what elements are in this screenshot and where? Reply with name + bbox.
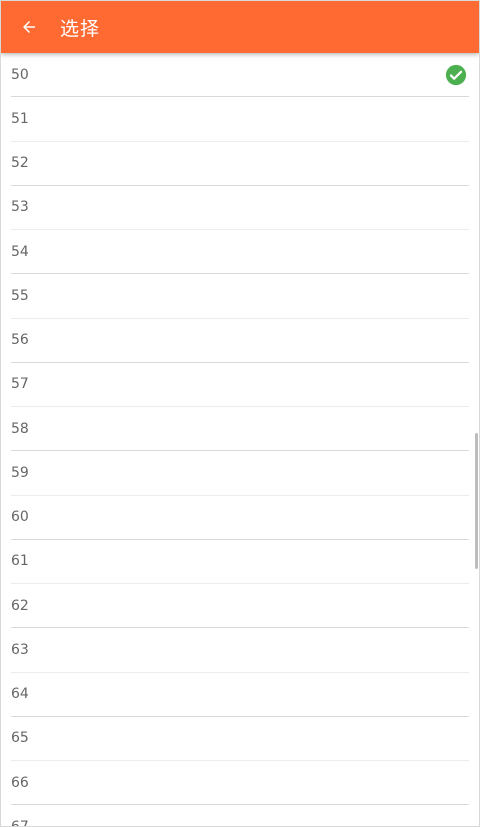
- back-button[interactable]: [17, 15, 41, 39]
- list-item-label: 66: [11, 774, 29, 791]
- list-item-label: 54: [11, 243, 29, 260]
- list-item[interactable]: 51: [11, 97, 469, 142]
- check-circle-icon: [445, 64, 467, 86]
- list-item-label: 62: [11, 597, 29, 614]
- list-item-label: 67: [11, 818, 29, 827]
- list-item-label: 55: [11, 287, 29, 304]
- scrollbar[interactable]: [475, 433, 478, 569]
- list-item[interactable]: 53: [11, 186, 469, 230]
- list-item-label: 65: [11, 730, 29, 747]
- list-item[interactable]: 56: [11, 319, 469, 363]
- list-item-label: 56: [11, 332, 29, 349]
- list-item[interactable]: 61: [11, 540, 469, 584]
- number-list[interactable]: 50 51 52 53 54 55 56 57 58 59 60 61 62 63 64 65 66 67: [1, 53, 479, 826]
- list-item-label: 52: [11, 155, 29, 172]
- list-item[interactable]: 59: [11, 451, 469, 496]
- page-title: 选择: [60, 17, 101, 40]
- list-item[interactable]: 57: [11, 363, 469, 407]
- list-item[interactable]: 55: [11, 274, 469, 319]
- list-item[interactable]: 50: [11, 53, 469, 98]
- list-item-label: 61: [11, 553, 29, 570]
- app-bar: 选择: [1, 1, 479, 53]
- list-item[interactable]: 66: [11, 761, 469, 806]
- arrow-left-icon: [23, 21, 35, 33]
- list-item-label: 50: [11, 66, 29, 83]
- list-item[interactable]: 62: [11, 584, 469, 629]
- list-item-label: 53: [11, 199, 29, 216]
- list-item[interactable]: 52: [11, 142, 469, 186]
- list-item[interactable]: 67: [11, 805, 469, 827]
- list-item[interactable]: 58: [11, 407, 469, 452]
- list-item-label: 58: [11, 420, 29, 437]
- list-item[interactable]: 63: [11, 628, 469, 673]
- screen: 选择 50 51 52 53 54 55 56 57 58 59 60 61 62 63 64 65 66 67: [0, 0, 480, 827]
- list-item-label: 63: [11, 641, 29, 658]
- list-item-label: 64: [11, 686, 29, 703]
- list-item-label: 60: [11, 509, 29, 526]
- list-item[interactable]: 60: [11, 496, 469, 540]
- list-item-label: 57: [11, 376, 29, 393]
- list-item[interactable]: 64: [11, 673, 469, 717]
- list-item[interactable]: 65: [11, 717, 469, 761]
- list-item-label: 51: [11, 110, 29, 127]
- list-item-label: 59: [11, 464, 29, 481]
- list-item[interactable]: 54: [11, 230, 469, 275]
